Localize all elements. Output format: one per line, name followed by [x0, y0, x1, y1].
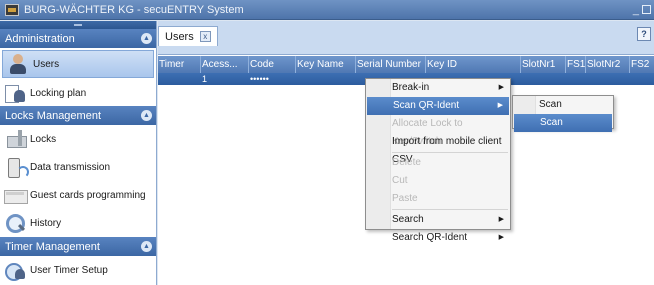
sidebar-item-history[interactable]: History [0, 209, 156, 237]
data-transmission-icon [4, 156, 29, 178]
sidebar-item-label: User Timer Setup [30, 264, 108, 276]
sidebar: Administration ▲ Users Locking plan Lock… [0, 21, 157, 285]
menu-item-allocate-lock: Allocate Lock to Key/Switch [366, 115, 510, 147]
menu-item-scan-qr-ident[interactable]: Scan QR-Ident ▶ [367, 97, 509, 115]
sidebar-item-label: Users [33, 58, 60, 70]
sidebar-item-label: Data transmission [30, 161, 111, 173]
cell-key-name [296, 73, 356, 85]
help-button[interactable]: ? [637, 27, 651, 41]
menu-item-label: Paste [392, 193, 418, 204]
menu-item-label: Search QR-Ident [392, 232, 468, 243]
menu-item-label: Cut [392, 175, 408, 186]
lock-icon [4, 128, 27, 150]
menu-item-label: Break-in [392, 82, 430, 93]
menu-item-search-qr-ident[interactable]: Search QR-Ident ▶ [366, 229, 510, 247]
sidebar-item-label: History [30, 217, 62, 229]
section-header-administration[interactable]: Administration ▲ [0, 29, 156, 48]
chevron-up-icon[interactable]: ▲ [141, 241, 152, 252]
sidebar-item-label: Guest cards programming [30, 189, 146, 201]
window-controls: _ [633, 4, 651, 15]
column-header-access[interactable]: Acess... [201, 56, 249, 73]
safe-icon [5, 3, 19, 16]
cell-code: •••••• [250, 74, 269, 84]
sidebar-grip[interactable] [0, 21, 156, 29]
submenu-arrow-icon: ▶ [497, 102, 503, 109]
menu-item-label: Scan transponder [540, 117, 594, 146]
column-header-fs2[interactable]: FS2 [630, 56, 654, 73]
sidebar-item-locks[interactable]: Locks [0, 125, 156, 153]
menu-item-cut: Cut [366, 172, 510, 190]
tab-users[interactable]: Users x [158, 26, 218, 46]
guest-card-icon [4, 184, 28, 206]
column-header-key-name[interactable]: Key Name [296, 56, 356, 73]
locking-plan-icon [4, 82, 26, 104]
sidebar-item-label: Locking plan [30, 87, 87, 99]
sidebar-item-locking-plan[interactable]: Locking plan [0, 80, 156, 106]
column-header-timer[interactable]: Timer [158, 56, 201, 73]
menu-item-label: Scan QR-Ident [393, 100, 460, 111]
menu-separator [392, 209, 508, 210]
section-header-locks-management[interactable]: Locks Management ▲ [0, 106, 156, 125]
section-header-timer-management[interactable]: Timer Management ▲ [0, 237, 156, 256]
minimize-button[interactable]: _ [633, 4, 639, 15]
sidebar-item-label: Locks [30, 133, 57, 145]
grid-header: Timer Acess... Code Key Name Serial Numb… [158, 56, 654, 73]
menu-item-break-in[interactable]: Break-in ▶ [366, 79, 510, 97]
user-icon [7, 53, 29, 75]
chevron-up-icon[interactable]: ▲ [141, 33, 152, 44]
submenu-arrow-icon: ▶ [498, 234, 504, 241]
menu-item-paste: Paste [366, 190, 510, 208]
history-icon [4, 212, 26, 234]
chevron-up-icon[interactable]: ▲ [141, 110, 152, 121]
submenu-item-scan-key-switch[interactable]: Scan Key/Switch [513, 96, 613, 128]
column-header-key-id[interactable]: Key ID [426, 56, 521, 73]
submenu-arrow-icon: ▶ [498, 216, 504, 223]
context-menu: Break-in ▶ Scan QR-Ident ▶ Allocate Lock… [365, 78, 511, 243]
menu-item-import-csv[interactable]: Import from mobile client CSV [366, 133, 510, 165]
sidebar-item-user-timer-setup[interactable]: User Timer Setup [0, 256, 156, 284]
timer-icon [4, 259, 26, 281]
section-label: Administration [5, 32, 75, 45]
column-header-serial-number[interactable]: Serial Number [356, 56, 426, 73]
submenu-arrow-icon: ▶ [498, 84, 504, 91]
menu-item-search[interactable]: Search ▶ [366, 211, 510, 229]
section-label: Timer Management [5, 240, 100, 253]
sidebar-item-users[interactable]: Users [2, 50, 154, 78]
maximize-button[interactable] [642, 5, 651, 14]
menu-item-label: Search [392, 214, 424, 225]
menu-item-delete: Delete [366, 154, 510, 172]
tab-label: Users [165, 30, 194, 43]
sidebar-item-guest-cards[interactable]: Guest cards programming [0, 181, 156, 209]
section-label: Locks Management [5, 109, 101, 122]
tab-strip: Users x ? [158, 21, 654, 55]
sidebar-item-data-transmission[interactable]: Data transmission [0, 153, 156, 181]
close-icon[interactable]: x [199, 31, 211, 42]
column-header-slotnr2[interactable]: SlotNr2 [586, 56, 630, 73]
submenu-scan-qr-ident: Scan Key/Switch Scan transponder [512, 95, 614, 146]
window-title: BURG-WÄCHTER KG - secuENTRY System [24, 3, 244, 16]
title-bar: BURG-WÄCHTER KG - secuENTRY System _ [0, 0, 654, 20]
cell-access: 1 [202, 74, 208, 84]
column-header-code[interactable]: Code [249, 56, 296, 73]
column-header-fs1[interactable]: FS1 [566, 56, 586, 73]
column-header-slotnr1[interactable]: SlotNr1 [521, 56, 566, 73]
submenu-item-scan-transponder[interactable]: Scan transponder [514, 114, 612, 146]
menu-item-label: Delete [392, 157, 421, 168]
cell-timer [158, 73, 201, 85]
